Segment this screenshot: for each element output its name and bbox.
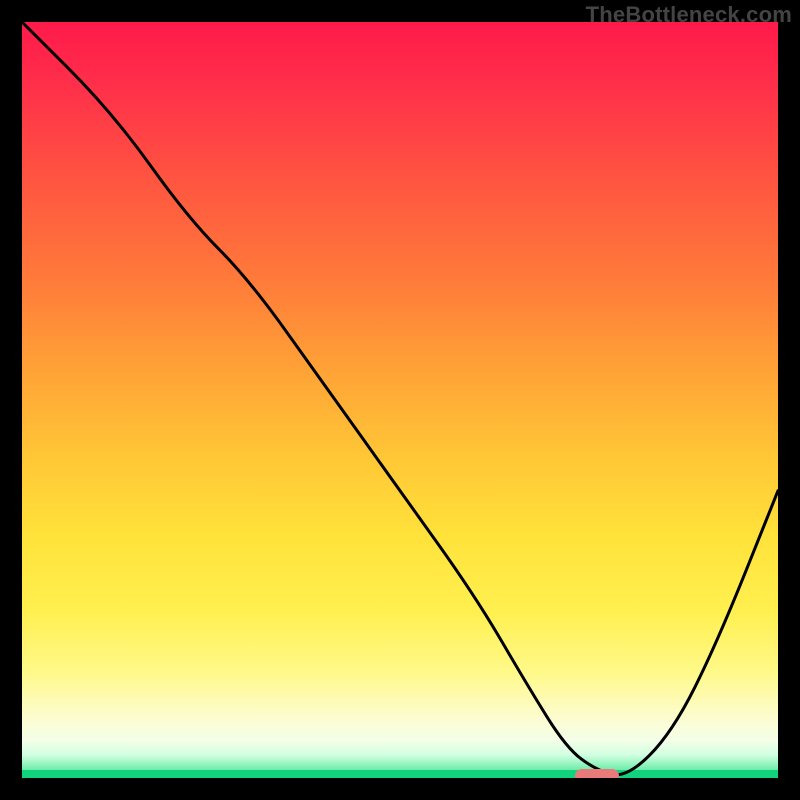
chart-line [22, 22, 778, 778]
watermark-text: TheBottleneck.com [586, 2, 792, 28]
optimal-marker [575, 769, 619, 778]
chart-plot-area [22, 22, 778, 778]
